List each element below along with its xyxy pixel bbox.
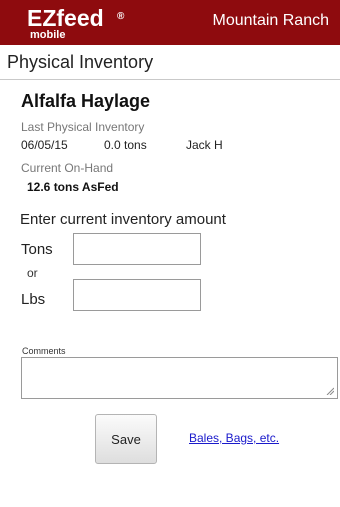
bales-bags-link[interactable]: Bales, Bags, etc.: [189, 432, 279, 444]
ranch-name: Mountain Ranch: [212, 12, 329, 29]
on-hand-value: 12.6 tons AsFed: [27, 180, 119, 194]
app-logo: EZfeed: [27, 5, 104, 31]
save-button[interactable]: Save: [95, 414, 157, 464]
page-title: Physical Inventory: [7, 52, 154, 72]
resize-grip-icon[interactable]: [326, 387, 334, 395]
registered-mark: ®: [117, 11, 125, 22]
last-inventory-amount: 0.0 tons: [104, 138, 147, 152]
product-name: Alfalfa Haylage: [21, 91, 151, 111]
tons-label: Tons: [21, 241, 53, 258]
on-hand-label: Current On-Hand: [21, 161, 114, 175]
last-inventory-user: Jack H: [186, 138, 223, 152]
app-logo-subtitle: mobile: [30, 29, 66, 41]
last-inventory-date: 06/05/15: [21, 138, 68, 152]
lbs-input[interactable]: [73, 279, 201, 311]
tons-input[interactable]: [73, 233, 201, 265]
page-header: Physical Inventory: [0, 45, 340, 80]
lbs-label: Lbs: [21, 291, 46, 308]
or-label: or: [27, 266, 38, 280]
comments-container: [21, 357, 338, 399]
comments-label: Comments: [22, 346, 66, 356]
comments-textarea[interactable]: [21, 357, 338, 399]
entry-prompt: Enter current inventory amount: [20, 211, 226, 228]
last-inventory-label: Last Physical Inventory: [21, 120, 145, 134]
app-header: EZfeed ® mobile Mountain Ranch: [0, 0, 340, 45]
